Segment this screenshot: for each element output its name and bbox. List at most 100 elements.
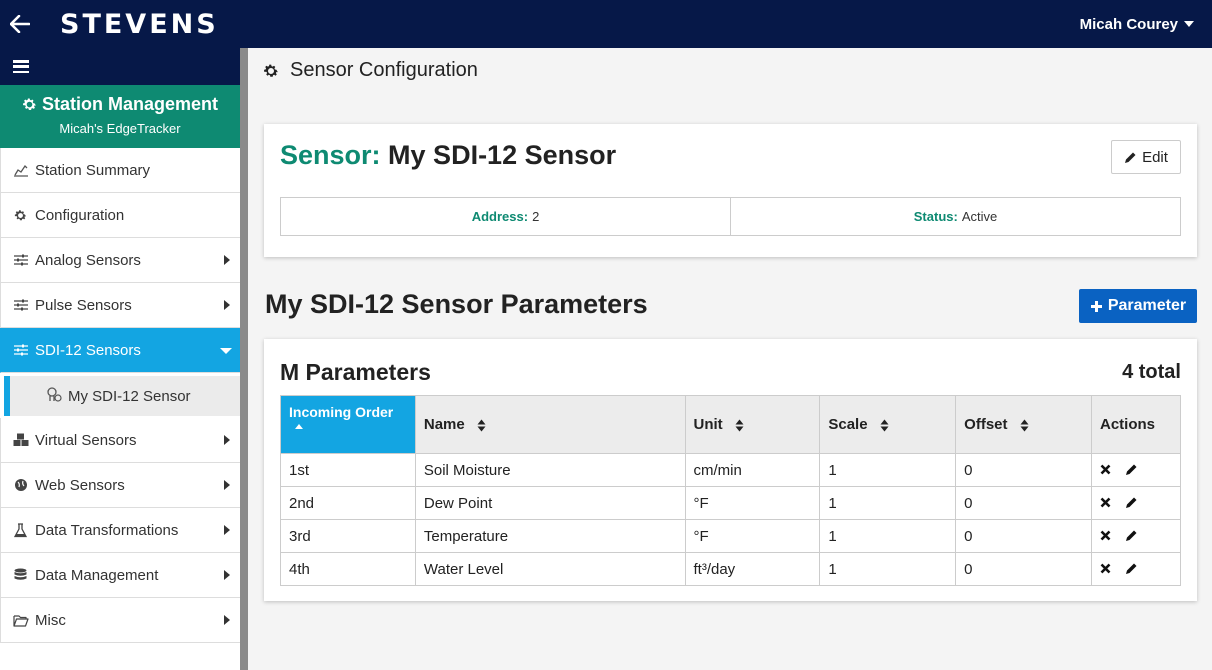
pencil-icon[interactable]: [1125, 496, 1138, 509]
column-header-label: Actions: [1100, 416, 1156, 433]
column-header-label: Incoming Order: [289, 404, 394, 420]
sliders-icon: [12, 254, 29, 266]
column-header-offset[interactable]: Offset: [955, 395, 1092, 454]
column-header-label: Offset: [964, 416, 1008, 433]
sensor-info-row: Address: 2 Status: Active: [280, 197, 1181, 236]
pencil-icon[interactable]: [1125, 529, 1138, 542]
column-header-scale[interactable]: Scale: [819, 395, 957, 454]
cell-scale: 1: [819, 519, 957, 553]
add-parameter-button[interactable]: Parameter: [1079, 289, 1197, 323]
caret-down-icon: [220, 348, 232, 354]
sliders-icon: [12, 299, 29, 311]
table-row: 1st Soil Moisture cm/min 1 0: [280, 453, 1181, 487]
caret-right-icon: [224, 300, 230, 310]
sidebar-item-label: Analog Sensors: [35, 251, 141, 269]
sidebar-item-data-transformations[interactable]: Data Transformations: [0, 508, 240, 553]
sort-icon: [735, 419, 744, 432]
sidebar-scrollbar[interactable]: [240, 48, 248, 670]
sort-icon: [477, 419, 486, 432]
edit-sensor-button[interactable]: Edit: [1111, 140, 1181, 174]
plus-icon: [1090, 300, 1102, 312]
pencil-icon[interactable]: [1125, 463, 1138, 476]
pencil-icon[interactable]: [1125, 562, 1138, 575]
sensor-label: Sensor:: [280, 140, 381, 170]
stevens-logo[interactable]: STEVENS: [60, 0, 219, 48]
menu-toggle-button[interactable]: [0, 48, 240, 85]
delete-icon[interactable]: [1100, 497, 1111, 508]
sidebar-item-misc[interactable]: Misc: [0, 598, 240, 643]
table-header-row: Incoming Order Name Unit Scale Offset Ac…: [280, 395, 1181, 454]
column-header-label: Unit: [693, 416, 723, 433]
sort-icon: [880, 419, 889, 432]
column-header-incoming-order[interactable]: Incoming Order: [280, 395, 416, 454]
address-value: 2: [532, 209, 540, 224]
address-label: Address:: [471, 209, 529, 224]
cell-unit: ft³/day: [684, 552, 821, 586]
sidebar-item-label: SDI-12 Sensors: [35, 341, 141, 359]
add-parameter-label: Parameter: [1107, 297, 1187, 314]
caret-right-icon: [224, 435, 230, 445]
chart-icon: [12, 163, 29, 177]
sidebar-item-label: Virtual Sensors: [35, 431, 137, 449]
delete-icon[interactable]: [1100, 530, 1111, 541]
sidebar-subitem-label: My SDI-12 Sensor: [68, 387, 191, 405]
cell-offset: 0: [955, 486, 1092, 520]
delete-icon[interactable]: [1100, 464, 1111, 475]
sidebar-item-web-sensors[interactable]: Web Sensors: [0, 463, 240, 508]
sidebar-item-data-management[interactable]: Data Management: [0, 553, 240, 598]
caret-right-icon: [224, 255, 230, 265]
column-header-label: Name: [423, 416, 465, 433]
caret-right-icon: [224, 615, 230, 625]
cell-order: 4th: [280, 552, 416, 586]
gear-icon: [264, 64, 278, 77]
user-menu[interactable]: Micah Courey: [1080, 0, 1194, 48]
parameter-group-title: M Parameters: [280, 359, 431, 385]
hamburger-icon: [13, 60, 29, 73]
cell-actions: [1091, 519, 1181, 553]
cell-name: Temperature: [414, 519, 686, 553]
sidebar-item-pulse-sensors[interactable]: Pulse Sensors: [0, 283, 240, 328]
station-title: Station Management: [0, 94, 240, 115]
parameter-total: 4 total: [1122, 361, 1181, 383]
sliders-icon: [12, 344, 29, 356]
cell-order: 2nd: [280, 486, 416, 520]
cell-name: Soil Moisture: [414, 453, 686, 487]
cell-scale: 1: [819, 453, 957, 487]
pencil-icon: [1125, 152, 1136, 163]
column-header-actions: Actions: [1091, 395, 1181, 454]
sidebar-item-sdi12-sensors[interactable]: SDI-12 Sensors: [0, 328, 240, 373]
cell-offset: 0: [955, 453, 1092, 487]
sidebar-item-label: Data Management: [35, 566, 159, 584]
sidebar-item-virtual-sensors[interactable]: Virtual Sensors: [0, 418, 240, 463]
sort-icon: [1020, 419, 1029, 432]
sidebar-item-label: Configuration: [35, 206, 125, 224]
parameters-table: Incoming Order Name Unit Scale Offset Ac…: [280, 395, 1181, 586]
address-cell: Address: 2: [281, 198, 730, 235]
cell-order: 3rd: [280, 519, 416, 553]
sidebar-item-station-summary[interactable]: Station Summary: [0, 148, 240, 193]
sort-asc-icon: [295, 424, 303, 429]
page-title-text: Sensor Configuration: [290, 59, 478, 81]
cell-unit: °F: [684, 519, 821, 553]
sidebar-subitem-my-sdi12-sensor[interactable]: My SDI-12 Sensor: [4, 376, 240, 416]
parameters-title: My SDI-12 Sensor Parameters: [265, 289, 648, 319]
sidebar-item-configuration[interactable]: Configuration: [0, 193, 240, 238]
arrow-left-icon: [10, 15, 30, 33]
sensor-name: My SDI-12 Sensor: [388, 140, 617, 170]
user-name: Micah Courey: [1079, 15, 1178, 33]
delete-icon[interactable]: [1100, 563, 1111, 574]
logo-text: STEVENS: [60, 8, 219, 40]
edit-label: Edit: [1142, 148, 1168, 166]
column-header-unit[interactable]: Unit: [684, 395, 821, 454]
station-title-text: Station Management: [41, 94, 219, 114]
cell-unit: °F: [684, 486, 821, 520]
column-header-name[interactable]: Name: [414, 395, 686, 454]
sidebar-item-label: Pulse Sensors: [35, 296, 132, 314]
back-button[interactable]: [0, 0, 40, 48]
sidebar-item-analog-sensors[interactable]: Analog Sensors: [0, 238, 240, 283]
sidebar-item-label: Web Sensors: [35, 476, 125, 494]
sidebar-item-label: Data Transformations: [35, 521, 179, 539]
cell-name: Water Level: [414, 552, 686, 586]
station-name: Micah's EdgeTracker: [59, 121, 181, 136]
gear-icon: [12, 209, 29, 222]
